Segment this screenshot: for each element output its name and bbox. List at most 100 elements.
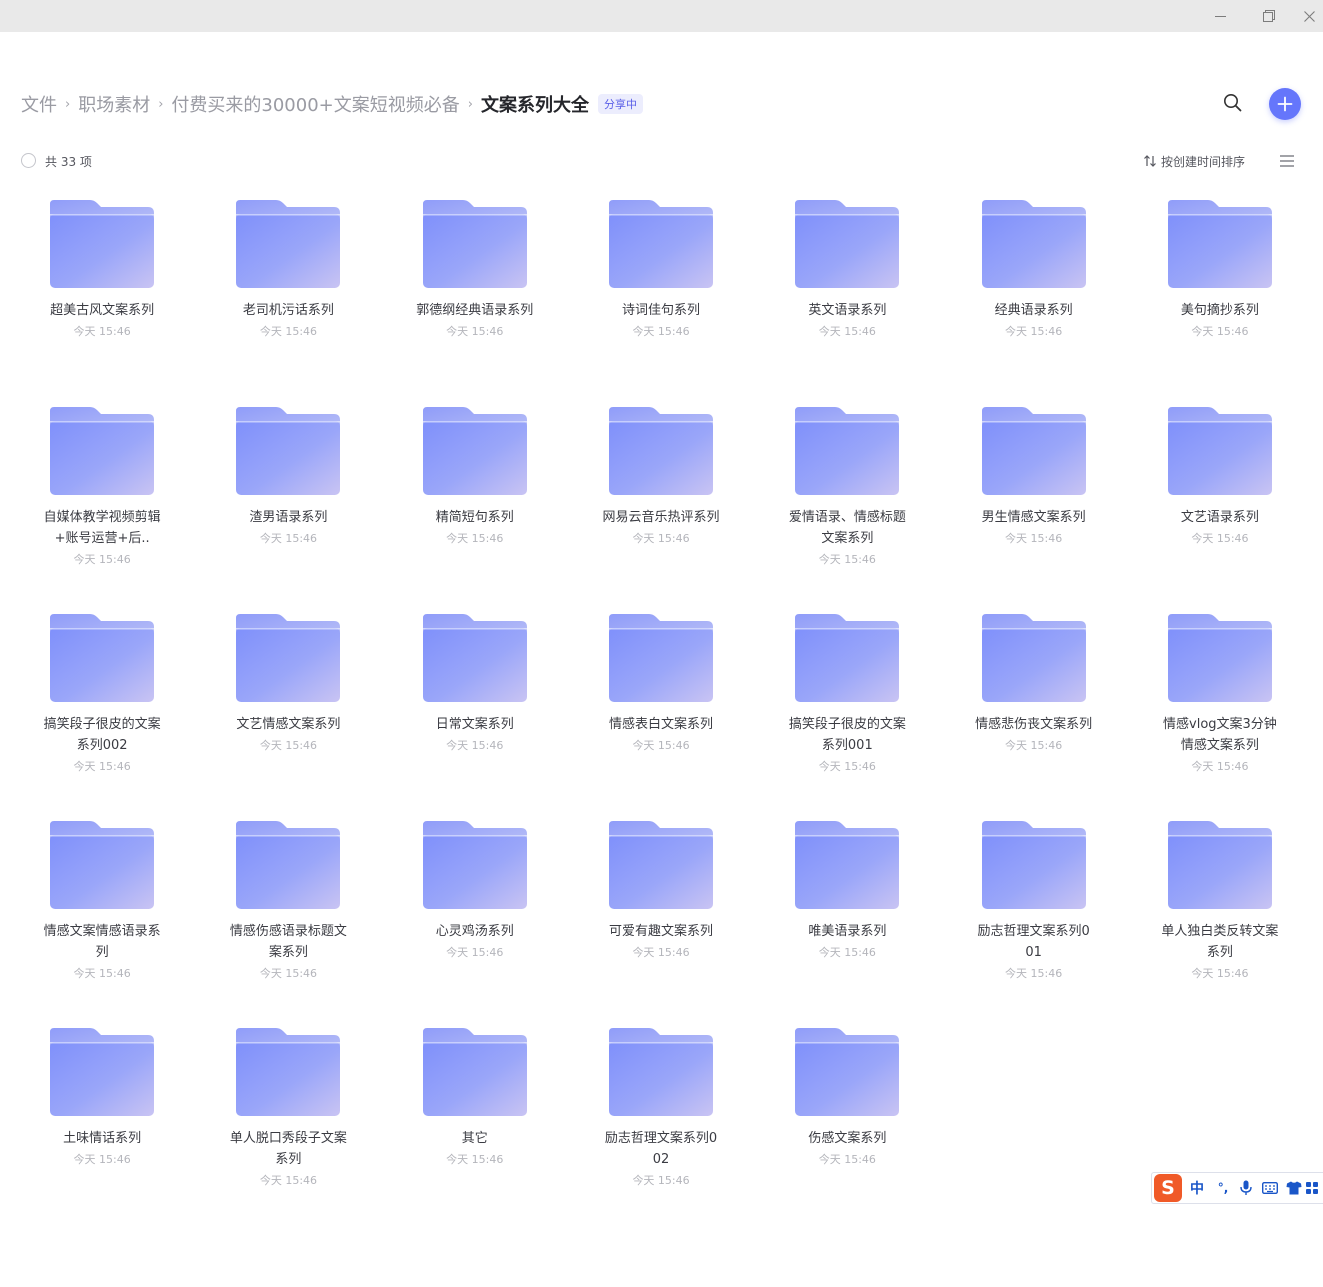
folder-name: 情感悲伤丧文案系列	[975, 717, 1093, 732]
folder-item[interactable]: 心灵鸡汤系列 今天 15:46	[382, 817, 568, 1024]
folder-name: 诗词佳句系列	[622, 303, 701, 318]
folder-item[interactable]: 老司机污话系列 今天 15:46	[195, 196, 381, 403]
ime-menu-button[interactable]	[1306, 1174, 1320, 1202]
folder-time: 今天 15:46	[1191, 532, 1249, 545]
folder-item[interactable]: 情感文案情感语录系列 今天 15:46	[9, 817, 195, 1024]
folder-icon	[609, 1028, 714, 1116]
folder-icon	[422, 1028, 527, 1116]
folder-icon	[981, 821, 1086, 909]
folder-time: 今天 15:46	[632, 532, 690, 545]
breadcrumb-current: 文案系列大全	[480, 95, 589, 116]
folder-time: 今天 15:46	[818, 760, 876, 773]
share-status-badge[interactable]: 分享中	[597, 94, 643, 114]
folder-name: 搞笑段子很皮的文案系列002	[43, 717, 161, 753]
folder-time: 今天 15:46	[1005, 325, 1063, 338]
folder-item[interactable]: 单人独白类反转文案系列 今天 15:46	[1127, 817, 1313, 1024]
folder-name: 情感表白文案系列	[609, 717, 714, 732]
folder-item[interactable]: 单人脱口秀段子文案系列 今天 15:46	[195, 1024, 381, 1231]
folder-item[interactable]: 英文语录系列 今天 15:46	[754, 196, 940, 403]
folder-time: 今天 15:46	[259, 325, 318, 338]
folder-item[interactable]: 美句摘抄系列 今天 15:46	[1127, 196, 1313, 403]
folder-item[interactable]: 情感悲伤丧文案系列 今天 15:46	[940, 610, 1126, 817]
shirt-icon	[1286, 1181, 1302, 1195]
sort-button[interactable]: 按创建时间排序	[1143, 152, 1245, 170]
folder-time: 今天 15:46	[259, 1174, 318, 1187]
maximize-button[interactable]	[1246, 0, 1292, 32]
folder-icon	[236, 614, 341, 702]
add-button[interactable]	[1269, 88, 1301, 120]
folder-icon	[1167, 407, 1272, 495]
ime-logo[interactable]: S	[1154, 1174, 1182, 1202]
folder-time: 今天 15:46	[632, 946, 690, 959]
folder-icon	[50, 1028, 155, 1116]
item-count: 共 33 项	[45, 155, 92, 169]
folder-time: 今天 15:46	[632, 325, 690, 338]
folder-item[interactable]: 渣男语录系列 今天 15:46	[195, 403, 381, 610]
breadcrumb-item-paid-folder[interactable]: 付费买来的30000+文案短视频必备	[171, 91, 459, 117]
ime-voice-button[interactable]	[1234, 1174, 1258, 1202]
folder-item[interactable]: 男生情感文案系列 今天 15:46	[940, 403, 1126, 610]
folder-icon	[795, 821, 900, 909]
breadcrumb-item-workplace[interactable]: 职场素材	[78, 91, 150, 117]
folder-item[interactable]: 郭德纲经典语录系列 今天 15:46	[382, 196, 568, 403]
folder-item[interactable]: 伤感文案系列 今天 15:46	[754, 1024, 940, 1231]
folder-name: 经典语录系列	[994, 303, 1073, 318]
folder-item[interactable]: 精简短句系列 今天 15:46	[382, 403, 568, 610]
folder-icon	[236, 1028, 341, 1116]
folder-icon	[236, 200, 341, 288]
folder-name: 文艺情感文案系列	[236, 717, 341, 732]
folder-time: 今天 15:46	[818, 325, 876, 338]
folder-name: 单人独白类反转文案系列	[1161, 924, 1279, 960]
folder-item[interactable]: 经典语录系列 今天 15:46	[940, 196, 1126, 403]
search-button[interactable]	[1220, 90, 1246, 116]
folder-item[interactable]: 唯美语录系列 今天 15:46	[754, 817, 940, 1024]
folder-grid: 超美古风文案系列 今天 15:46 老司机污话系列 今天 15:46 郭德纲经典…	[9, 196, 1313, 1231]
folder-item[interactable]: 其它 今天 15:46	[382, 1024, 568, 1231]
folder-item[interactable]: 日常文案系列 今天 15:46	[382, 610, 568, 817]
minimize-button[interactable]	[1197, 0, 1243, 32]
folder-item[interactable]: 可爱有趣文案系列 今天 15:46	[568, 817, 754, 1024]
folder-name: 老司机污话系列	[242, 303, 334, 318]
ime-keyboard-button[interactable]	[1258, 1174, 1282, 1202]
ime-punct-toggle[interactable]: °,	[1212, 1174, 1234, 1202]
folder-time: 今天 15:46	[1191, 967, 1249, 980]
folder-name: 可爱有趣文案系列	[609, 924, 714, 939]
folder-name: 情感文案情感语录系列	[43, 924, 161, 960]
folder-name: 搞笑段子很皮的文案系列001	[788, 717, 906, 753]
folder-item[interactable]: 情感伤感语录标题文案系列 今天 15:46	[195, 817, 381, 1024]
folder-item[interactable]: 超美古风文案系列 今天 15:46	[9, 196, 195, 403]
folder-item[interactable]: 网易云音乐热评系列 今天 15:46	[568, 403, 754, 610]
folder-name: 励志哲理文案系列002	[604, 1131, 718, 1167]
folder-name: 文艺语录系列	[1180, 510, 1259, 525]
folder-item[interactable]: 励志哲理文案系列002 今天 15:46	[568, 1024, 754, 1231]
folder-name: 伤感文案系列	[808, 1131, 887, 1146]
folder-name: 网易云音乐热评系列	[602, 510, 720, 525]
folder-item[interactable]: 诗词佳句系列 今天 15:46	[568, 196, 754, 403]
select-all-checkbox[interactable]	[21, 153, 36, 168]
close-button[interactable]	[1295, 0, 1323, 32]
folder-item[interactable]: 爱情语录、情感标题文案系列 今天 15:46	[754, 403, 940, 610]
folder-item[interactable]: 土味情话系列 今天 15:46	[9, 1024, 195, 1231]
grid-icon	[1306, 1182, 1318, 1194]
ime-lang-toggle[interactable]: 中	[1182, 1174, 1212, 1202]
folder-item[interactable]: 搞笑段子很皮的文案系列001 今天 15:46	[754, 610, 940, 817]
folder-item[interactable]: 文艺语录系列 今天 15:46	[1127, 403, 1313, 610]
folder-time: 今天 15:46	[632, 739, 690, 752]
folder-icon	[236, 407, 341, 495]
folder-time: 今天 15:46	[73, 967, 131, 980]
folder-icon	[50, 407, 155, 495]
ime-skin-button[interactable]	[1282, 1174, 1306, 1202]
list-view-icon[interactable]	[1279, 154, 1295, 168]
folder-item[interactable]: 文艺情感文案系列 今天 15:46	[195, 610, 381, 817]
folder-item[interactable]: 励志哲理文案系列001 今天 15:46	[940, 817, 1126, 1024]
folder-icon	[795, 1028, 900, 1116]
breadcrumb-item-files[interactable]: 文件	[21, 91, 57, 117]
folder-icon	[1167, 200, 1272, 288]
folder-item[interactable]: 情感vlog文案3分钟情感文案系列 今天 15:46	[1127, 610, 1313, 817]
folder-name: 爱情语录、情感标题文案系列	[788, 510, 906, 546]
folder-icon	[609, 614, 714, 702]
folder-item[interactable]: 情感表白文案系列 今天 15:46	[568, 610, 754, 817]
folder-item[interactable]: 自媒体教学视频剪辑+账号运营+后.. 今天 15:46	[9, 403, 195, 610]
folder-name: 精简短句系列	[435, 510, 514, 525]
folder-item[interactable]: 搞笑段子很皮的文案系列002 今天 15:46	[9, 610, 195, 817]
